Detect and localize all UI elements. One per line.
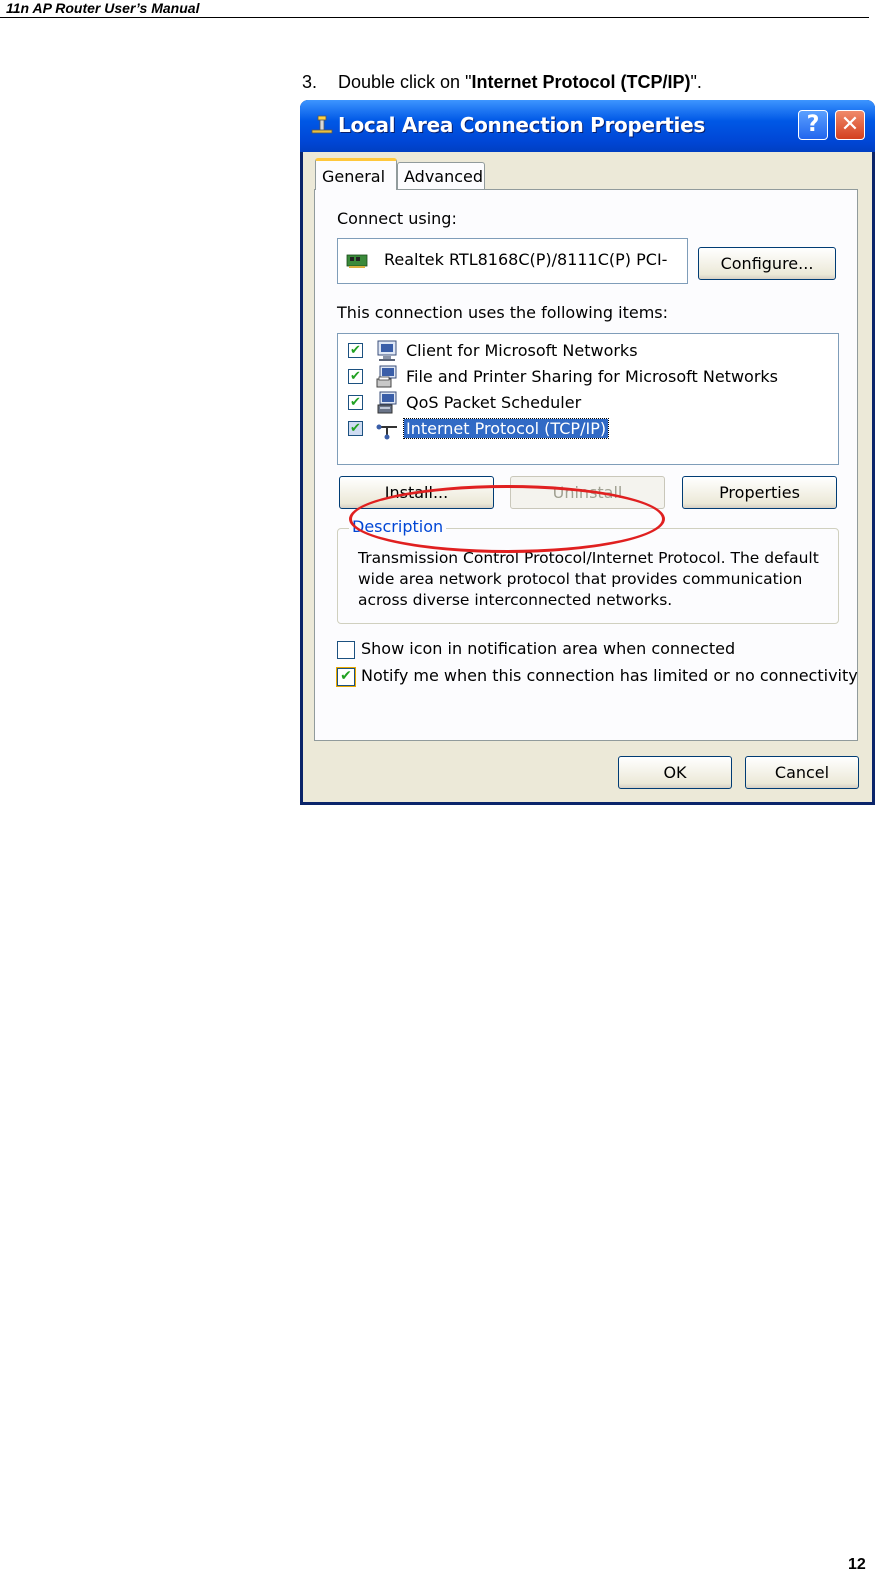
close-button[interactable]: ✕ bbox=[835, 110, 865, 140]
tab-general[interactable]: General bbox=[315, 158, 397, 190]
tab-advanced[interactable]: Advanced bbox=[397, 162, 485, 190]
item-label: File and Printer Sharing for Microsoft N… bbox=[406, 367, 778, 386]
description-text: Transmission Control Protocol/Internet P… bbox=[358, 548, 828, 611]
properties-button[interactable]: Properties bbox=[682, 476, 837, 509]
adapter-name: Realtek RTL8168C(P)/8111C(P) PCI- bbox=[384, 250, 668, 269]
components-list[interactable]: ✔ Client for Microsoft Networks ✔ File a… bbox=[337, 333, 839, 465]
item-label: Internet Protocol (TCP/IP) bbox=[402, 418, 610, 439]
dialog-body: General Advanced Connect using: Realtek … bbox=[303, 152, 872, 802]
list-item[interactable]: ✔ File and Printer Sharing for Microsoft… bbox=[338, 364, 838, 390]
show-icon-label: Show icon in notification area when conn… bbox=[361, 639, 736, 658]
description-line: across diverse interconnected networks. bbox=[358, 591, 673, 609]
file-printer-sharing-icon bbox=[376, 365, 397, 388]
adapter-field: Realtek RTL8168C(P)/8111C(P) PCI- bbox=[337, 238, 688, 284]
help-button[interactable]: ? bbox=[798, 110, 828, 140]
item-label: Client for Microsoft Networks bbox=[406, 341, 638, 360]
notify-label: Notify me when this connection has limit… bbox=[361, 666, 858, 685]
uninstall-button[interactable]: Uninstall bbox=[510, 476, 665, 509]
manual-header: 11n AP Router User’s Manual bbox=[6, 0, 200, 16]
step-text-post: ". bbox=[690, 72, 702, 92]
item-checkbox[interactable]: ✔ bbox=[348, 343, 363, 358]
local-area-connection-dialog: Local Area Connection Properties ? ✕ Gen… bbox=[300, 100, 875, 805]
connect-using-label: Connect using: bbox=[337, 209, 457, 228]
client-network-icon bbox=[377, 340, 397, 361]
header-rule bbox=[0, 17, 869, 18]
item-label: QoS Packet Scheduler bbox=[406, 393, 582, 412]
list-item[interactable]: ✔ QoS Packet Scheduler bbox=[338, 390, 838, 416]
page-number: 12 bbox=[848, 1556, 866, 1573]
network-adapter-icon bbox=[346, 254, 368, 268]
description-line: wide area network protocol that provides… bbox=[358, 570, 803, 588]
protocol-icon bbox=[376, 424, 397, 440]
description-line: Transmission Control Protocol/Internet P… bbox=[358, 549, 819, 567]
dialog-title: Local Area Connection Properties bbox=[338, 113, 705, 137]
configure-button[interactable]: Configure... bbox=[698, 247, 836, 280]
description-legend: Description bbox=[349, 517, 447, 536]
list-item-selected[interactable]: ✔ Internet Protocol (TCP/IP) bbox=[338, 416, 838, 442]
title-bar[interactable]: Local Area Connection Properties ? ✕ bbox=[300, 100, 875, 152]
step-instruction: 3. Double click on "Internet Protocol (TC… bbox=[302, 72, 702, 93]
install-button[interactable]: Install... bbox=[339, 476, 494, 509]
ok-button[interactable]: OK bbox=[618, 756, 732, 789]
notify-checkbox[interactable]: ✔ bbox=[336, 667, 356, 687]
network-connection-icon bbox=[311, 115, 333, 134]
show-icon-checkbox[interactable] bbox=[337, 641, 355, 659]
item-checkbox[interactable]: ✔ bbox=[348, 369, 363, 384]
step-text-bold: Internet Protocol (TCP/IP) bbox=[471, 72, 691, 92]
general-tab-panel: Connect using: Realtek RTL8168C(P)/8111C… bbox=[314, 189, 858, 741]
step-number: 3. bbox=[302, 72, 318, 92]
item-checkbox[interactable]: ✔ bbox=[348, 395, 363, 410]
qos-scheduler-icon bbox=[377, 391, 397, 414]
list-item[interactable]: ✔ Client for Microsoft Networks bbox=[338, 338, 838, 364]
items-label: This connection uses the following items… bbox=[337, 303, 668, 322]
item-checkbox[interactable]: ✔ bbox=[348, 421, 363, 436]
cancel-button[interactable]: Cancel bbox=[745, 756, 859, 789]
step-text-pre: Double click on " bbox=[338, 72, 472, 92]
